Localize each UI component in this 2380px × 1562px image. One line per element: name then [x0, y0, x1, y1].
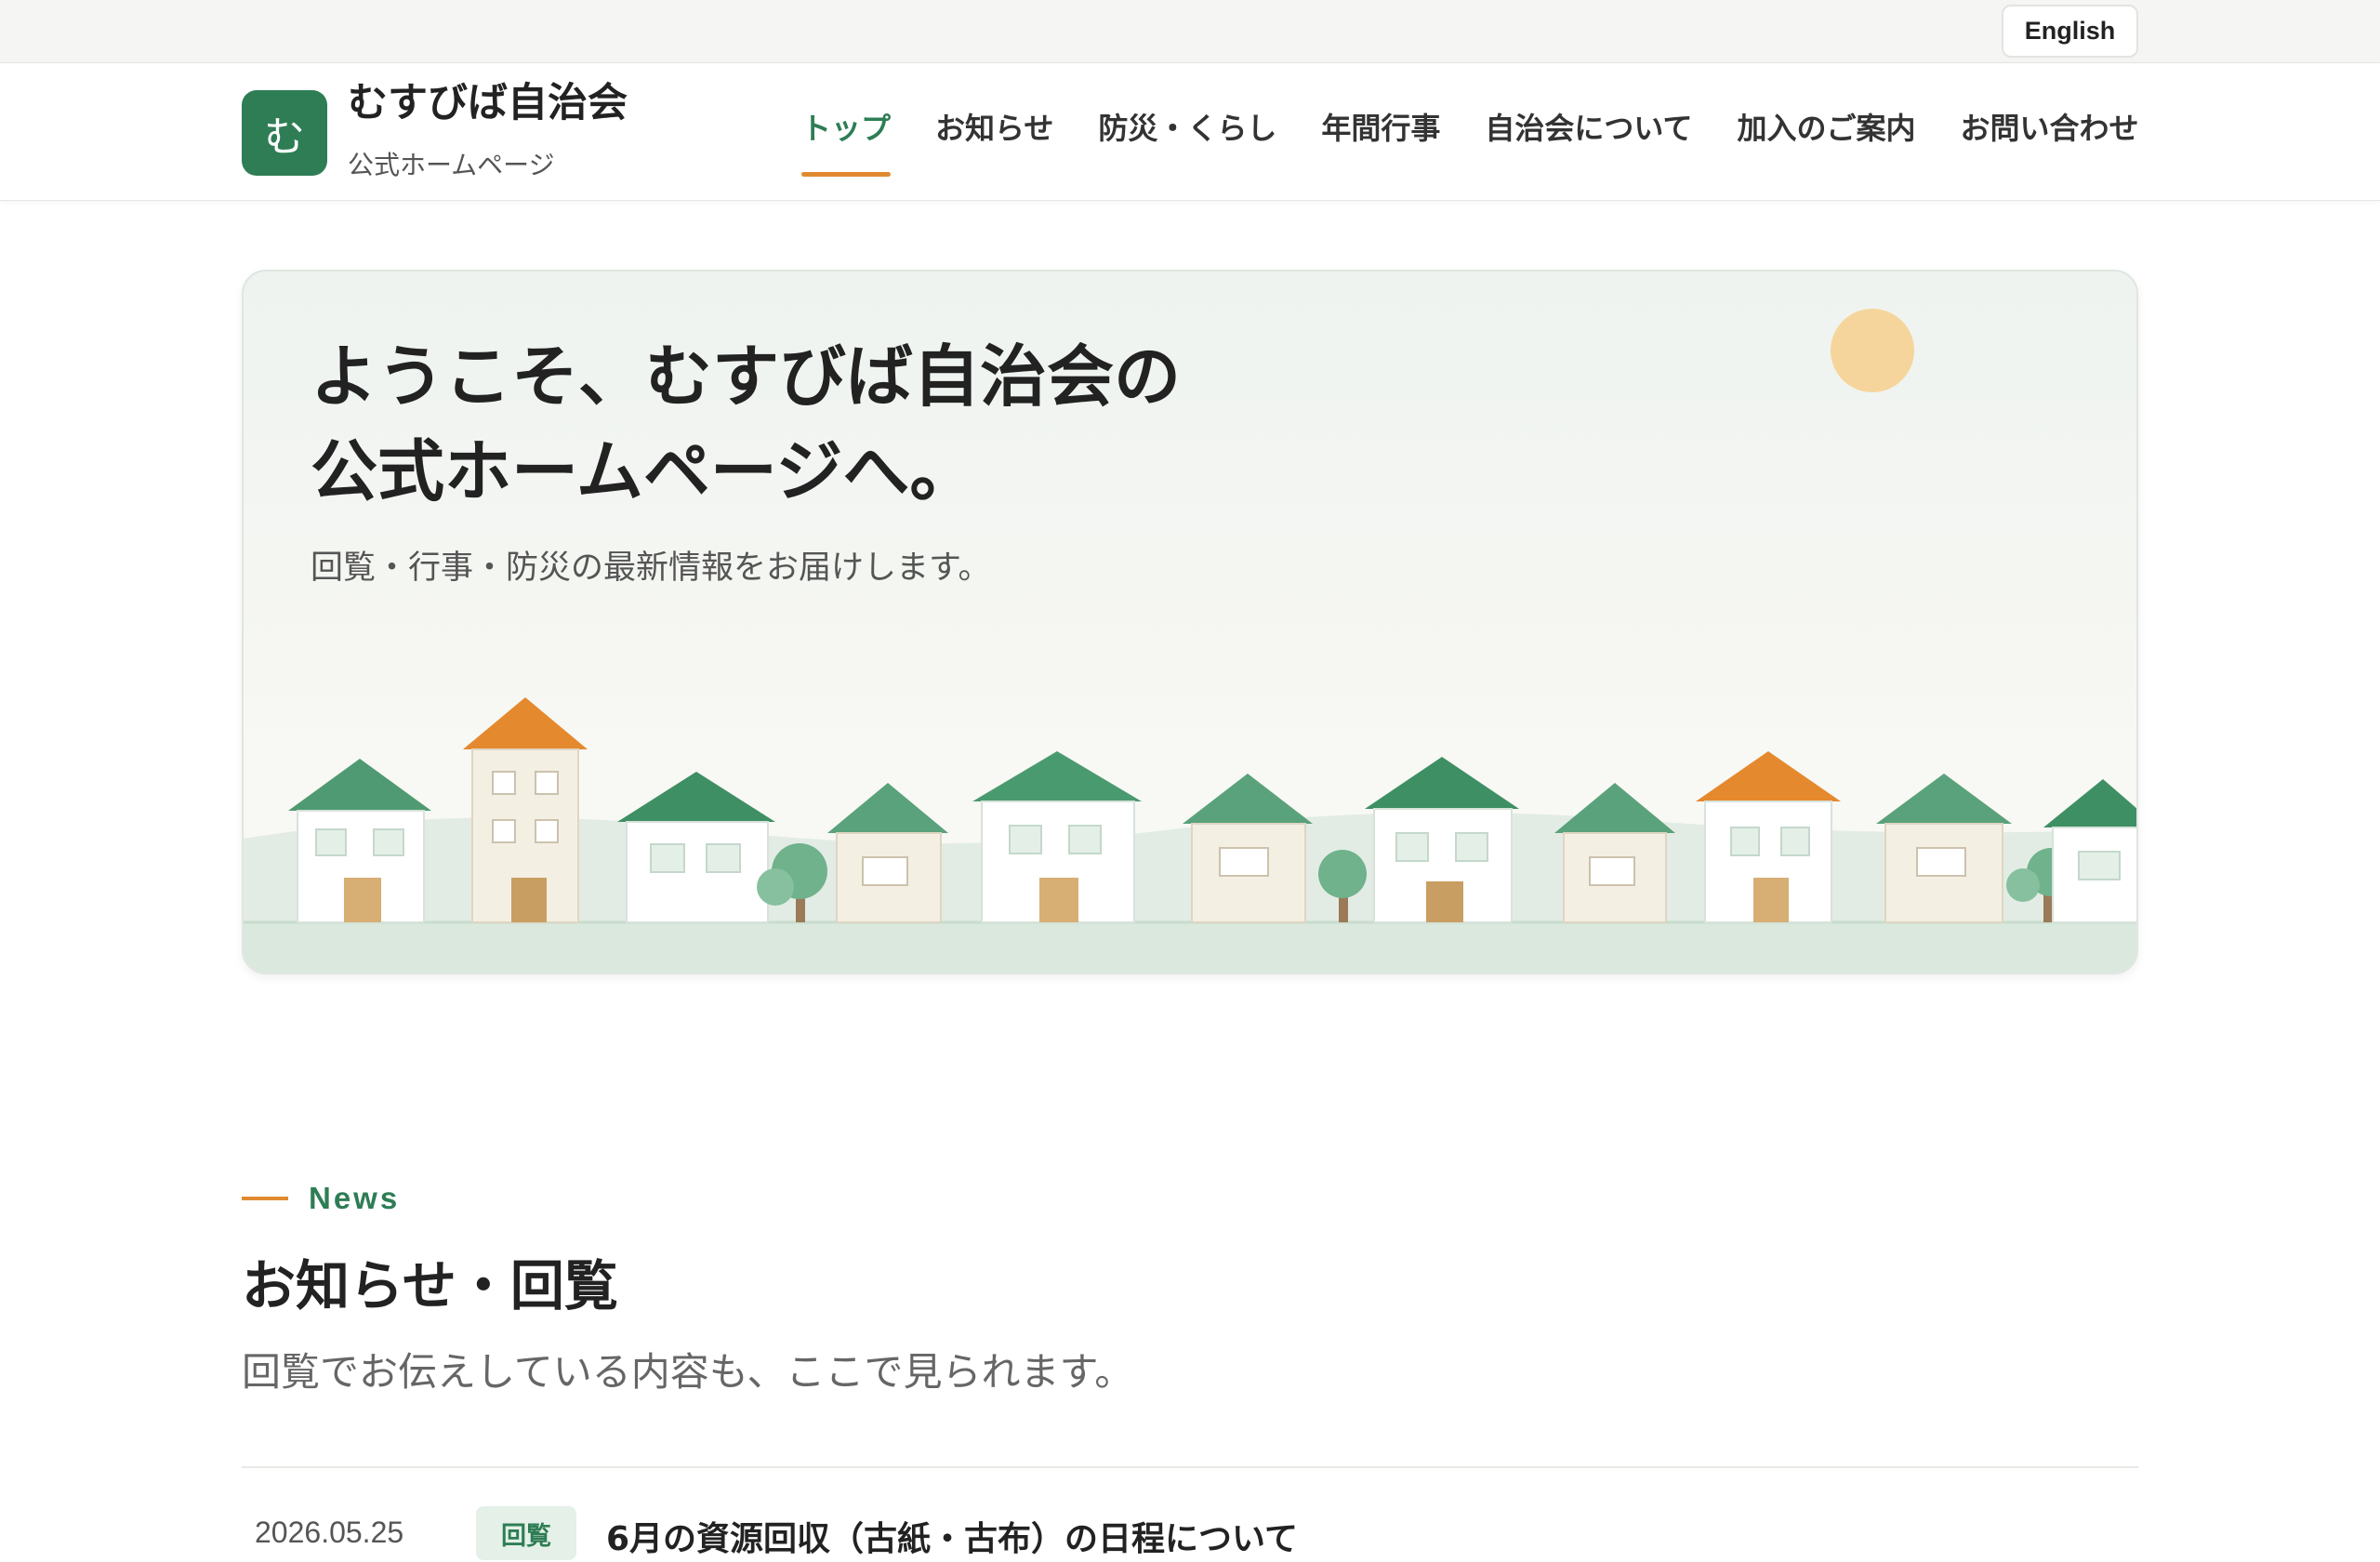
news-section-description: 回覧でお伝えしている内容も、ここで見られます。 — [242, 1349, 1134, 1395]
nav-item-news[interactable]: お知らせ — [913, 108, 1076, 164]
apartment-illustration — [463, 697, 588, 923]
nav-item-top[interactable]: トップ — [779, 108, 913, 177]
house-illustration — [1696, 751, 1841, 923]
news-date: 2026.05.25 — [255, 1516, 404, 1549]
house-illustration — [1554, 783, 1675, 923]
hero-title-line-1: ようこそ、むすびば自治会の — [311, 337, 1182, 416]
main-nav: トップ お知らせ 防災・くらし 年間行事 自治会について 加入のご案内 お問い合… — [779, 108, 2162, 177]
news-category-badge: 回覧 — [476, 1506, 576, 1560]
news-headline-link[interactable]: 6月の資源回収（古紙・古布）の日程について — [606, 1512, 1298, 1560]
site-header: む むすびば自治会 公式ホームページ トップ お知らせ 防災・くらし 年間行事 … — [0, 63, 2380, 201]
hero-title: ようこそ、むすびば自治会の 公式ホームページへ。 — [311, 329, 1333, 519]
site-name[interactable]: むすびば自治会 — [348, 71, 628, 128]
hero-title-line-2: 公式ホームページへ。 — [311, 431, 977, 510]
news-list-item[interactable]: 2026.05.25 回覧 6月の資源回収（古紙・古布）の日程について — [242, 1488, 2138, 1562]
hero-banner: ようこそ、むすびば自治会の 公式ホームページへ。 回覧・行事・防災の最新情報をお… — [242, 270, 2138, 974]
house-illustration — [1183, 774, 1313, 923]
site-subtitle: 公式ホームページ — [348, 150, 555, 180]
nav-item-disaster-life[interactable]: 防災・くらし — [1076, 108, 1299, 164]
house-illustration — [288, 759, 431, 923]
news-section-title: お知らせ・回覧 — [242, 1254, 618, 1317]
nav-item-join[interactable]: 加入のご案内 — [1714, 108, 1937, 164]
eyebrow-accent-line — [242, 1197, 288, 1200]
site-logo[interactable]: む — [242, 90, 327, 176]
news-divider — [242, 1466, 2138, 1468]
house-illustration — [1876, 774, 2012, 923]
house-illustration — [617, 772, 775, 923]
nav-item-annual-events[interactable]: 年間行事 — [1299, 108, 1462, 164]
news-eyebrow-label: News — [309, 1181, 401, 1215]
house-illustration — [1365, 757, 1519, 923]
nav-item-about[interactable]: 自治会について — [1462, 108, 1714, 164]
house-illustration — [972, 751, 1142, 923]
news-eyebrow: News — [242, 1181, 400, 1216]
house-illustration — [2043, 779, 2136, 923]
language-switch-button[interactable]: English — [2002, 5, 2138, 58]
nav-item-contact[interactable]: お問い合わせ — [1937, 108, 2161, 164]
house-illustration — [827, 783, 948, 923]
utility-bar: English — [0, 0, 2380, 63]
sun-icon — [1831, 309, 1914, 392]
hero-subtitle: 回覧・行事・防災の最新情報をお届けします。 — [311, 549, 991, 587]
